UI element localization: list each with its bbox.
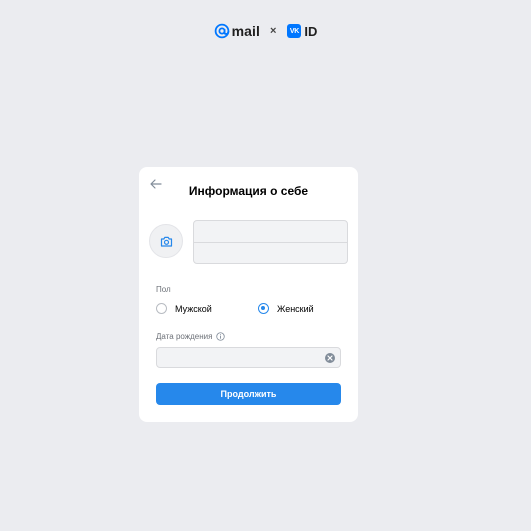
clear-button[interactable] — [325, 353, 335, 363]
at-sign-icon — [214, 23, 229, 39]
profile-info-card: Информация о себе Пол Мужской Женский Да… — [139, 167, 358, 422]
id-logo-text: ID — [304, 23, 318, 39]
gender-option-male-label: Мужской — [175, 303, 212, 314]
birth-date-field — [156, 347, 341, 368]
gender-option-female-label: Женский — [277, 303, 314, 314]
mail-logo-text: mail — [231, 23, 260, 39]
camera-icon — [160, 236, 172, 247]
radio-male[interactable] — [156, 303, 167, 314]
avatar-upload-button[interactable] — [149, 224, 183, 258]
page-title: Информация о себе — [188, 184, 309, 198]
continue-button[interactable]: Продолжить — [156, 383, 341, 405]
birth-date-label: Дата рождения — [156, 332, 213, 341]
brand-header: mail × VK ID — [0, 22, 531, 40]
vk-logo-icon: VK — [287, 24, 302, 38]
vk-logo-text: VK — [289, 27, 299, 35]
birth-date-input[interactable] — [157, 348, 317, 368]
clear-icon — [327, 355, 333, 361]
radio-female[interactable] — [258, 303, 269, 314]
gender-label: Пол — [156, 285, 171, 294]
page: mail × VK ID Информация о себе Пол Мужск… — [0, 0, 531, 531]
first-name-input[interactable] — [194, 221, 347, 242]
name-fields-group — [193, 220, 348, 264]
gender-option-male[interactable]: Мужской — [156, 303, 212, 314]
gender-option-female[interactable]: Женский — [258, 303, 314, 314]
last-name-input[interactable] — [194, 243, 347, 263]
info-icon[interactable] — [216, 332, 226, 341]
logo-separator: × — [269, 25, 277, 37]
mail-logo: mail — [214, 23, 260, 39]
birth-date-label-row: Дата рождения — [156, 332, 226, 341]
